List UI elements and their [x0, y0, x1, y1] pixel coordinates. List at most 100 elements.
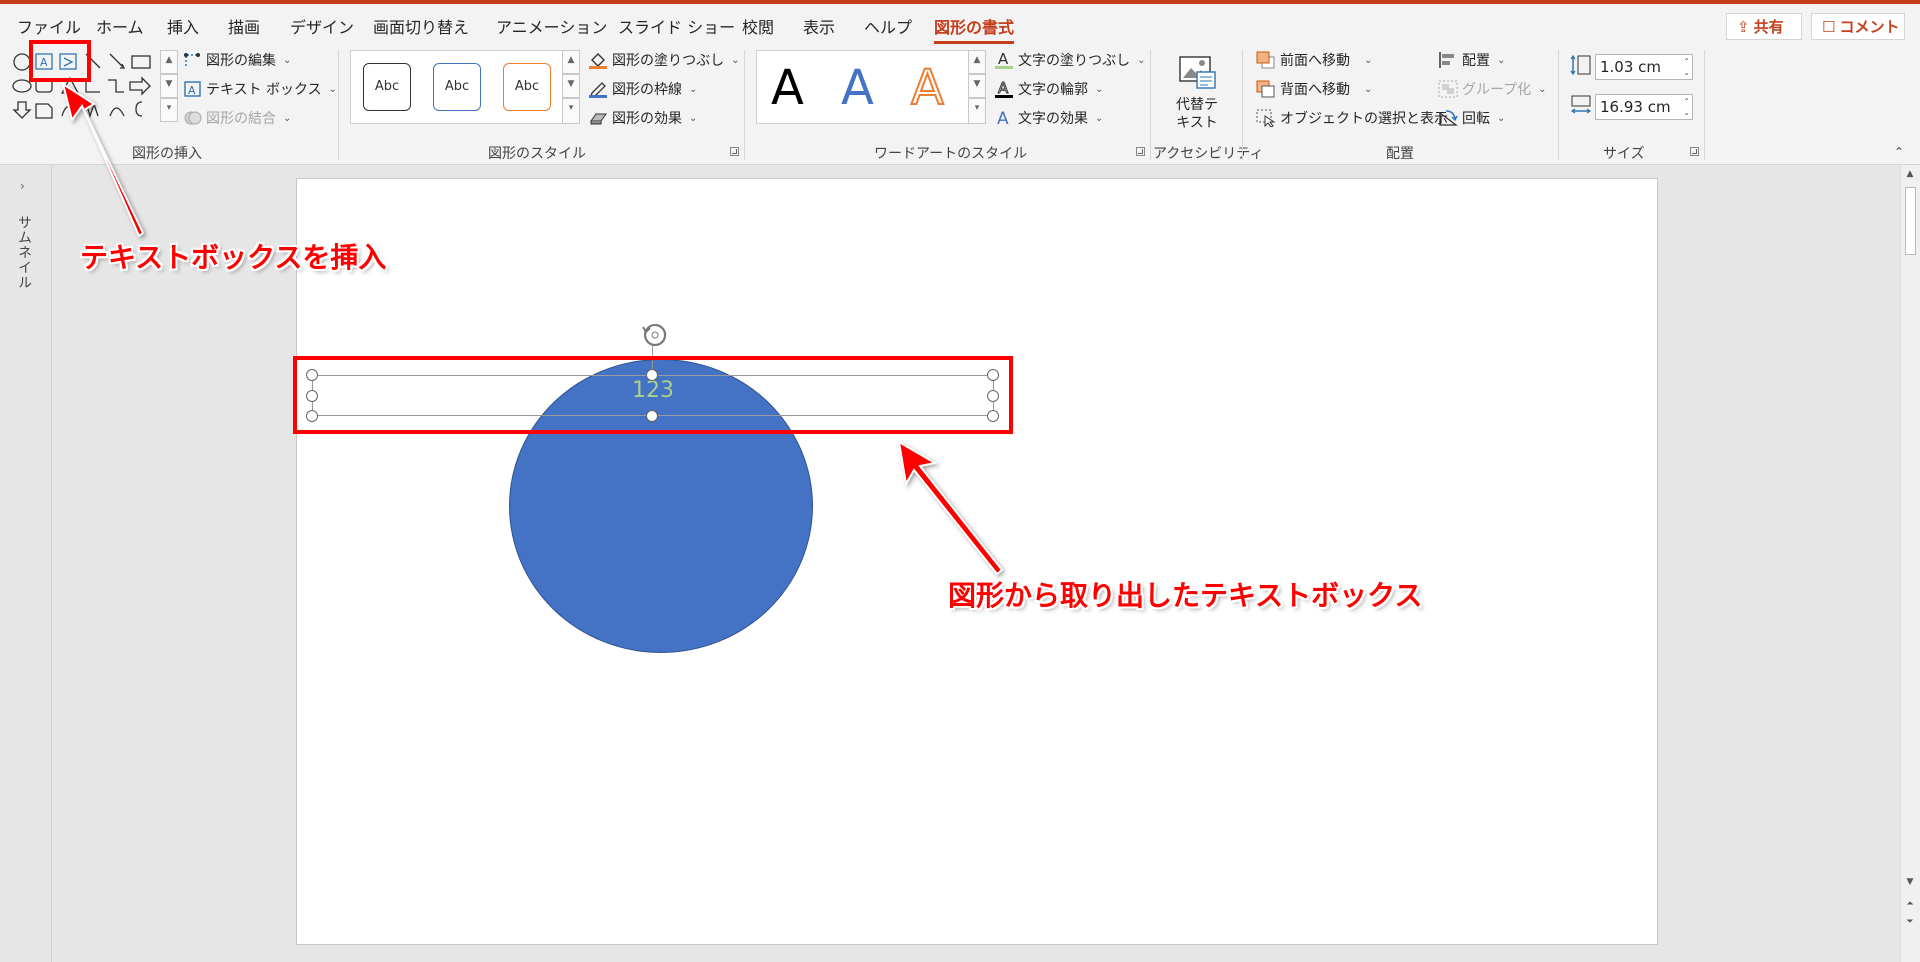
- group-label-insert-shapes: 図形の挿入: [132, 146, 202, 162]
- comment-label: コメント: [1839, 18, 1900, 36]
- shape-styles-gallery[interactable]: Abc Abc Abc: [350, 50, 568, 124]
- tab-animations[interactable]: アニメーション: [496, 14, 607, 38]
- rotation-handle-icon[interactable]: [640, 320, 670, 350]
- tab-design[interactable]: デザイン: [290, 14, 354, 38]
- wordart-gallery-more[interactable]: ▾: [968, 98, 986, 124]
- group-label-wordart: ワードアートのスタイル: [874, 146, 1028, 162]
- ribbon-separator: [1704, 50, 1705, 160]
- edit-shape-icon: [184, 52, 202, 68]
- pencil-icon: [588, 80, 608, 98]
- tab-shape-format[interactable]: 図形の書式: [934, 14, 1015, 44]
- text-box-label: テキスト ボックス: [206, 82, 322, 98]
- merge-shapes-icon: [184, 110, 202, 126]
- group-label-shape-styles: 図形のスタイル: [488, 146, 586, 162]
- group-objects-label: グループ化: [1462, 82, 1532, 98]
- tab-insert[interactable]: 挿入: [167, 14, 199, 38]
- wordart-launcher-icon[interactable]: [1136, 147, 1145, 156]
- shape-height-input[interactable]: 1.03 cm ⌃ ⌄: [1595, 54, 1693, 80]
- merge-shapes-button[interactable]: 図形の結合 ⌄: [184, 108, 291, 128]
- bring-forward-label: 前面へ移動: [1280, 53, 1350, 69]
- selection-pane-icon: [1256, 109, 1276, 127]
- tab-help[interactable]: ヘルプ: [864, 14, 912, 38]
- wordart-gallery-down[interactable]: ▼: [968, 74, 986, 98]
- tab-file[interactable]: ファイル: [17, 14, 81, 38]
- shape-fill-label: 図形の塗りつぶし: [612, 53, 725, 69]
- scroll-up-icon[interactable]: ▲: [1901, 169, 1919, 179]
- alt-text-label-2: キスト: [1176, 115, 1218, 131]
- thumbnail-pane-label[interactable]: サムネイル: [14, 215, 34, 290]
- ribbon: A ▲ ▼ ▾ 図形の編集 ⌄ A テキスト ボックス ⌄ 図形の結合 ⌄ 図形…: [0, 44, 1920, 165]
- collapse-ribbon-icon[interactable]: ⌃: [1894, 145, 1904, 159]
- shape-height-stepper[interactable]: ⌃ ⌄: [1683, 56, 1690, 78]
- slide-canvas[interactable]: [296, 178, 1658, 945]
- shape-styles-launcher-icon[interactable]: [730, 147, 739, 156]
- tab-home[interactable]: ホーム: [96, 14, 144, 38]
- next-slide-icon[interactable]: ⏷: [1901, 917, 1919, 927]
- shape-styles-down[interactable]: ▼: [562, 74, 580, 98]
- previous-slide-icon[interactable]: ⏶: [1901, 899, 1919, 909]
- text-outline-button[interactable]: A 文字の輪郭 ⌄: [994, 79, 1103, 99]
- svg-text:A: A: [998, 50, 1009, 68]
- annotation-label-extracted-textbox: 図形から取り出したテキストボックス: [948, 579, 1423, 612]
- text-outline-label: 文字の輪郭: [1018, 82, 1088, 98]
- shape-styles-up[interactable]: ▲: [562, 50, 580, 74]
- wordart-gallery[interactable]: A A A: [756, 50, 974, 124]
- wordart-style-orange-outline[interactable]: A: [910, 59, 945, 117]
- selection-pane-button[interactable]: オブジェクトの選択と表示: [1256, 108, 1448, 128]
- bring-forward-button[interactable]: 前面へ移動 ⌄: [1256, 50, 1372, 70]
- tab-review[interactable]: 校閲: [742, 14, 774, 38]
- group-objects-icon: [1438, 80, 1458, 98]
- expand-thumbnails-icon[interactable]: ›: [20, 179, 25, 193]
- bring-forward-icon: [1256, 51, 1276, 69]
- alt-text-button[interactable]: 代替テ キスト: [1162, 50, 1232, 134]
- edit-shape-button[interactable]: 図形の編集 ⌄: [184, 50, 291, 70]
- wordart-style-blue[interactable]: A: [841, 59, 874, 117]
- ribbon-separator: [1242, 50, 1243, 160]
- shape-outline-label: 図形の枠線: [612, 82, 682, 98]
- text-fill-icon: A: [994, 50, 1014, 70]
- shapes-gallery-down[interactable]: ▼: [160, 74, 178, 98]
- comment-button[interactable]: ☐ コメント: [1811, 13, 1905, 40]
- shape-effects-icon: [588, 109, 608, 127]
- shape-outline-button[interactable]: 図形の枠線 ⌄: [588, 79, 697, 99]
- selection-pane-label: オブジェクトの選択と表示: [1280, 111, 1448, 127]
- text-effects-icon: A: [994, 108, 1014, 128]
- text-fill-button[interactable]: A 文字の塗りつぶし ⌄: [994, 50, 1146, 70]
- shapes-gallery-more[interactable]: ▾: [160, 98, 178, 122]
- edit-shape-label: 図形の編集: [206, 53, 276, 69]
- tab-draw[interactable]: 描画: [228, 14, 260, 38]
- shape-fill-button[interactable]: 図形の塗りつぶし ⌄: [588, 50, 740, 70]
- group-objects-button[interactable]: グループ化 ⌄: [1438, 79, 1547, 99]
- tab-transitions[interactable]: 画面切り替え: [373, 14, 469, 38]
- vertical-scrollbar[interactable]: ▲ ▼ ⏶ ⏷: [1900, 165, 1920, 962]
- tab-slideshow[interactable]: スライド ショー: [618, 14, 735, 38]
- shape-effects-button[interactable]: 図形の効果 ⌄: [588, 108, 697, 128]
- tab-view[interactable]: 表示: [803, 14, 835, 38]
- text-effects-button[interactable]: A 文字の効果 ⌄: [994, 108, 1103, 128]
- align-button[interactable]: 配置 ⌄: [1438, 50, 1505, 70]
- share-button[interactable]: ⇪ 共有: [1726, 13, 1802, 40]
- send-backward-button[interactable]: 背面へ移動 ⌄: [1256, 79, 1372, 99]
- shape-style-orange[interactable]: Abc: [503, 63, 551, 111]
- send-backward-label: 背面へ移動: [1280, 82, 1350, 98]
- shape-style-blue[interactable]: Abc: [433, 63, 481, 111]
- shape-width-stepper[interactable]: ⌃ ⌄: [1683, 96, 1690, 118]
- shape-style-black[interactable]: Abc: [363, 63, 411, 111]
- wordart-gallery-up[interactable]: ▲: [968, 50, 986, 74]
- scrollbar-thumb[interactable]: [1905, 187, 1916, 255]
- share-label: 共有: [1753, 18, 1784, 36]
- align-label: 配置: [1462, 53, 1490, 69]
- shape-effects-label: 図形の効果: [612, 111, 682, 127]
- ribbon-tabs: ファイル ホーム 挿入 描画 デザイン 画面切り替え アニメーション スライド …: [0, 4, 1920, 44]
- size-launcher-icon[interactable]: [1690, 147, 1699, 156]
- text-box-button[interactable]: A テキスト ボックス ⌄: [184, 79, 337, 99]
- shape-styles-more[interactable]: ▾: [562, 98, 580, 124]
- rotate-button[interactable]: 回転 ⌄: [1438, 108, 1505, 128]
- scroll-down-icon[interactable]: ▼: [1901, 877, 1919, 887]
- annotation-highlight-textbox: [293, 356, 1013, 434]
- paint-bucket-icon: [588, 51, 608, 69]
- shapes-gallery-up[interactable]: ▲: [160, 50, 178, 74]
- group-label-arrange: 配置: [1386, 146, 1414, 162]
- wordart-style-black[interactable]: A: [771, 59, 804, 117]
- shape-width-input[interactable]: 16.93 cm ⌃ ⌄: [1595, 94, 1693, 120]
